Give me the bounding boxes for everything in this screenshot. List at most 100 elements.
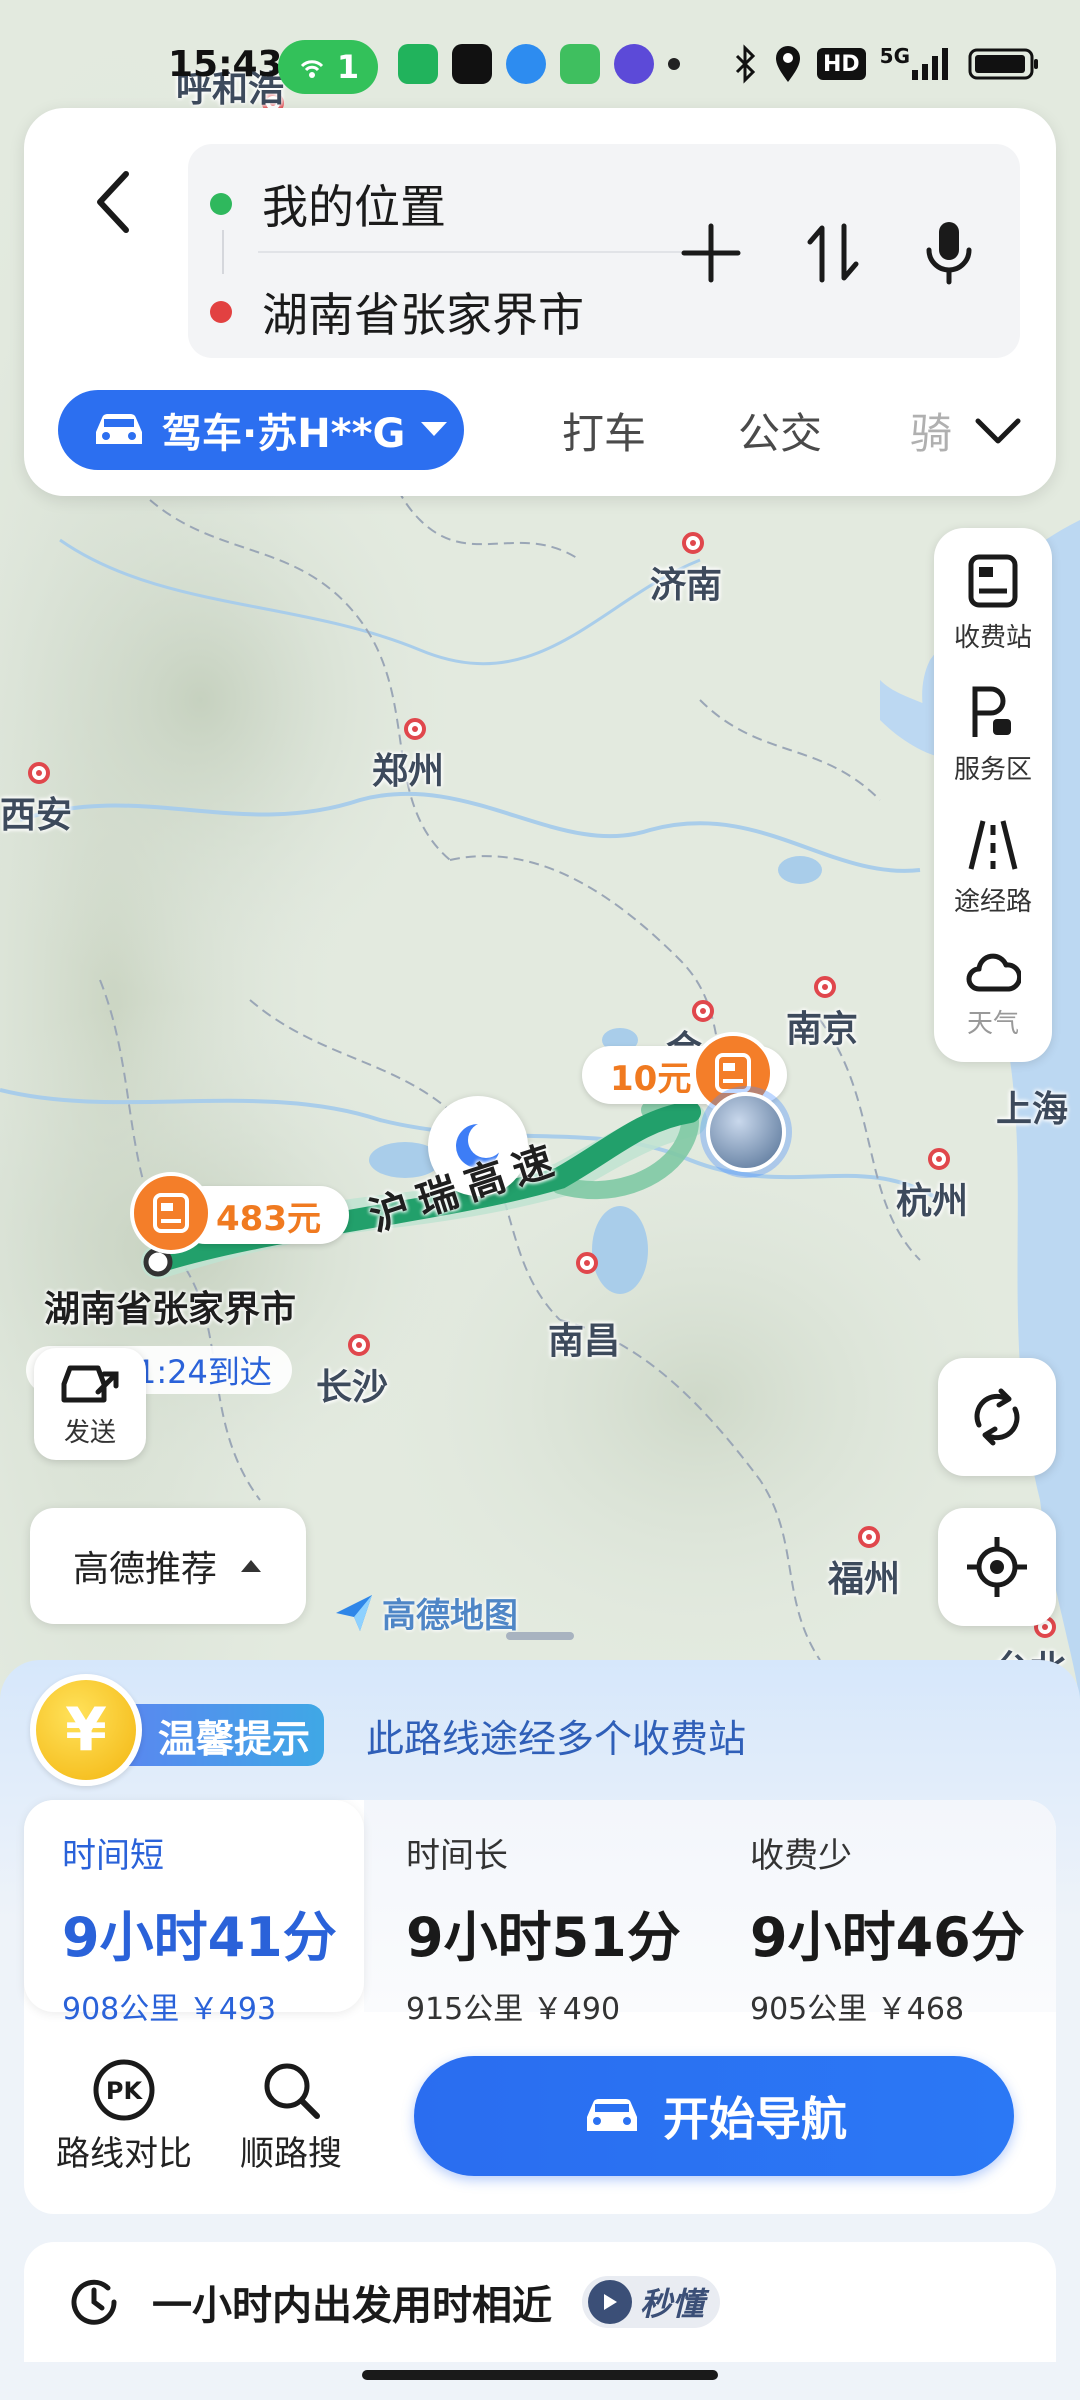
tab-bike[interactable]: 骑: [910, 390, 952, 470]
play-icon: [588, 2280, 632, 2324]
search-icon: [264, 2063, 320, 2119]
divider: [258, 251, 688, 253]
city-marker: [858, 1526, 880, 1548]
sheet-drag-handle[interactable]: [506, 1632, 574, 1640]
origin-text: 我的位置: [262, 180, 446, 234]
tool-label: 途经路: [953, 886, 1032, 917]
city-marker: [576, 1252, 598, 1274]
chevron-down-icon: [975, 418, 1021, 444]
caret-down-icon: [421, 422, 448, 436]
route-option-cheapest[interactable]: 收费少 9小时46分 905公里 ￥468: [712, 1800, 1052, 2027]
road-icon: [968, 819, 1018, 870]
microphone-icon: [926, 222, 972, 285]
refresh-route-button[interactable]: [938, 1358, 1056, 1476]
car-send-icon: [61, 1365, 119, 1402]
toll-station-icon: [968, 554, 1018, 607]
send-to-car-button[interactable]: 发送: [34, 1348, 146, 1460]
route-search-card: 我的位置 湖南省张家界市 驾车·苏H**G 打车 公交 骑: [24, 108, 1056, 496]
route-distance-cost: 908公里 ￥493: [62, 1992, 277, 2027]
destination-field[interactable]: 湖南省张家界市: [210, 272, 584, 352]
status-bar: 15:43 1 HD 5G: [0, 0, 1080, 120]
cloud-icon: [966, 953, 1021, 991]
origin-dot-icon: [210, 193, 232, 215]
city-label: 南京: [786, 1009, 859, 1050]
travel-mode-tabs: 驾车·苏H**G 打车 公交 骑: [58, 390, 1048, 470]
location-icon: [775, 46, 800, 82]
tab-taxi[interactable]: 打车: [562, 390, 646, 470]
tip-tag: 温馨提示: [114, 1704, 325, 1766]
destination-text: 湖南省张家界市: [262, 288, 584, 342]
tip-tag-label: 温馨提示: [158, 1716, 311, 1761]
city-marker: [682, 532, 704, 554]
parking-cup-icon: [972, 686, 1011, 737]
video-tag-label: 秒懂: [640, 2285, 705, 2323]
hotspot-count: 1: [336, 48, 360, 86]
tab-transit[interactable]: 公交: [738, 390, 822, 470]
home-indicator[interactable]: [362, 2370, 718, 2380]
status-time: 15:43: [168, 44, 283, 85]
toll-station-toggle[interactable]: 收费站: [934, 538, 1052, 668]
pk-icon: PK: [93, 2059, 155, 2121]
city-marker: [348, 1334, 370, 1356]
route-compare-button[interactable]: PK 路线对比: [56, 2058, 192, 2175]
weather-toggle[interactable]: 天气: [934, 928, 1052, 1058]
quick-video-tag[interactable]: 秒懂: [582, 2276, 721, 2328]
search-along-label: 顺路搜: [240, 2134, 342, 2174]
hotspot-icon: [300, 60, 323, 78]
via-roads-toggle[interactable]: 途经路: [934, 802, 1052, 932]
swap-route-button[interactable]: [788, 208, 878, 298]
route-option-longer[interactable]: 时间长 9小时51分 915公里 ￥490: [368, 1800, 708, 2027]
car-icon: [96, 414, 142, 444]
add-waypoint-button[interactable]: [666, 208, 756, 298]
tab-drive[interactable]: 驾车·苏H**G: [58, 390, 464, 470]
route-options-card: 时间短 9小时41分 908公里 ￥493 时间长 9小时51分 915公里 ￥…: [24, 1800, 1056, 2214]
route-duration: 9小时41分: [62, 1906, 337, 1969]
service-area-toggle[interactable]: 服务区: [934, 670, 1052, 800]
city-label: 郑州: [372, 751, 445, 792]
start-nav-label: 开始导航: [663, 2092, 847, 2146]
message-app-icon: [560, 44, 600, 84]
destination-dot-icon: [210, 301, 232, 323]
search-along-route-button[interactable]: 顺路搜: [240, 2058, 342, 2175]
clock-icon: [71, 2279, 117, 2325]
tab-transit-label: 公交: [738, 408, 823, 458]
city-marker: [928, 1148, 950, 1170]
hd-icon: HD: [816, 48, 866, 80]
swap-icon: [807, 223, 859, 283]
city-marker: [814, 976, 836, 998]
tool-label: 天气: [966, 1008, 1019, 1039]
route-preference-label: 高德推荐: [72, 1549, 217, 1590]
destination-map-label: 湖南省张家界市: [44, 1289, 297, 1330]
route-duration: 9小时46分: [750, 1906, 1025, 1969]
back-button[interactable]: [64, 152, 164, 252]
more-modes-button[interactable]: [958, 390, 1038, 470]
toll-tip-banner[interactable]: ¥ 温馨提示 此路线途经多个收费站: [30, 1674, 1050, 1786]
city-label: 济南: [650, 565, 723, 606]
city-marker: [404, 718, 426, 740]
toll-station-icon[interactable]: [130, 1172, 212, 1254]
route-option-fastest[interactable]: 时间短 9小时41分 908公里 ￥493: [24, 1800, 364, 2027]
city-label: 上海: [996, 1089, 1069, 1130]
more-notifications-dot: [668, 58, 680, 70]
route-preference-dropdown[interactable]: 高德推荐: [30, 1508, 306, 1624]
crosshair-icon: [967, 1537, 1027, 1597]
send-label: 发送: [63, 1417, 116, 1448]
route-inputs: 我的位置 湖南省张家界市: [188, 144, 1020, 358]
amap-logo-icon: [336, 1594, 372, 1631]
bluetooth-icon: [735, 44, 756, 84]
current-location-avatar: [706, 1092, 786, 1172]
app-icon: [614, 44, 654, 84]
start-navigation-button[interactable]: 开始导航: [414, 2056, 1014, 2176]
city-marker: [28, 762, 50, 784]
eta-text: 1:24到达: [136, 1353, 272, 1391]
coin-symbol: ¥: [65, 1695, 107, 1765]
departure-time-card[interactable]: 一小时内出发用时相近 秒懂: [24, 2242, 1056, 2362]
chevron-left-icon: [97, 171, 129, 233]
map-layer-tools: 收费站 服务区 途经路 天气: [934, 528, 1052, 1062]
route-tag: 时间长: [406, 1836, 508, 1876]
chat-app-icon: [398, 44, 438, 84]
voice-input-button[interactable]: [904, 208, 994, 298]
origin-field[interactable]: 我的位置: [210, 164, 446, 244]
departure-hint-text: 一小时内出发用时相近: [152, 2283, 552, 2329]
locate-me-button[interactable]: [938, 1508, 1056, 1626]
